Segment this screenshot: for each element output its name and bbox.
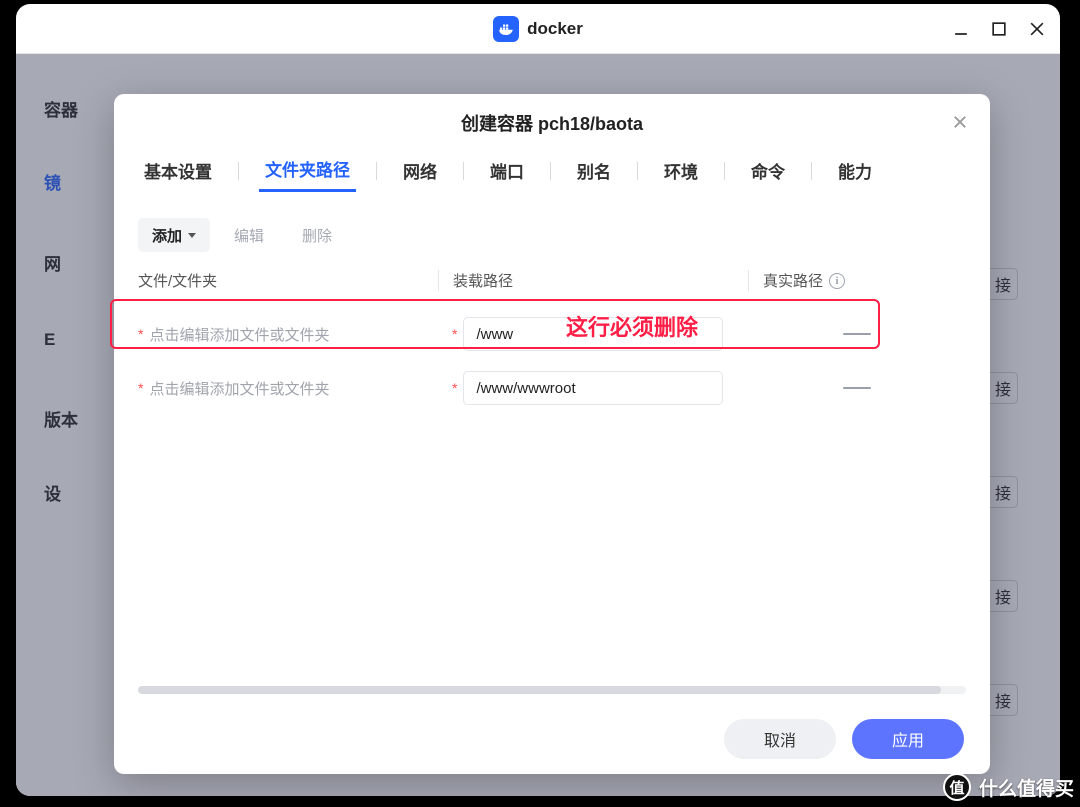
info-icon[interactable]: i <box>829 273 845 289</box>
table-row[interactable]: * 点击编辑添加文件或文件夹 * /www <box>138 307 966 361</box>
titlebar: docker <box>16 4 1060 54</box>
file-placeholder: 点击编辑添加文件或文件夹 <box>149 378 329 399</box>
tab-separator <box>637 162 638 180</box>
placeholder-dash <box>843 387 871 389</box>
mount-cell: * /www/wwwroot <box>438 371 748 405</box>
app-name: docker <box>527 19 583 39</box>
required-icon: * <box>452 326 457 342</box>
tab-network[interactable]: 网络 <box>397 158 443 191</box>
placeholder-dash <box>843 333 871 335</box>
toolbar: 添加 编辑 删除 <box>114 196 990 264</box>
tab-folder-path[interactable]: 文件夹路径 <box>259 156 356 192</box>
mount-input[interactable]: /www/wwwroot <box>463 371 723 405</box>
add-button-label: 添加 <box>152 225 182 246</box>
tab-separator <box>463 162 464 180</box>
table-header: 文件/文件夹 装载路径 真实路径 i <box>114 264 990 299</box>
tabs: 基本设置 文件夹路径 网络 端口 别名 环境 命令 能力 <box>114 152 990 196</box>
scrollbar-thumb[interactable] <box>138 686 941 694</box>
create-container-modal: 创建容器 pch18/baota 基本设置 文件夹路径 网络 端口 别名 环境 … <box>114 94 990 774</box>
add-button[interactable]: 添加 <box>138 218 210 252</box>
tab-separator <box>238 162 239 180</box>
chevron-down-icon <box>188 233 196 238</box>
close-icon[interactable] <box>948 110 972 134</box>
docker-icon <box>493 16 519 42</box>
tab-separator <box>724 162 725 180</box>
tab-port[interactable]: 端口 <box>484 158 530 191</box>
app-window: docker 容器 镜 网 E 版本 设 接 接 接 接 接 minio/min… <box>16 4 1060 796</box>
col-real-label: 真实路径 <box>763 270 823 291</box>
table-row[interactable]: * 点击编辑添加文件或文件夹 * /www/wwwroot <box>138 361 966 415</box>
required-icon: * <box>452 380 457 396</box>
table-body: 这行必须删除 * 点击编辑添加文件或文件夹 * /www * 点击编辑添加文件或… <box>114 299 990 415</box>
apply-button[interactable]: 应用 <box>852 719 964 759</box>
watermark: 值 什么值得买 <box>943 773 1074 801</box>
modal-footer: 取消 应用 <box>114 704 990 774</box>
col-mount: 装载路径 <box>438 270 748 291</box>
tab-command[interactable]: 命令 <box>745 158 791 191</box>
window-controls <box>950 4 1048 54</box>
tab-basic[interactable]: 基本设置 <box>138 158 218 191</box>
real-cell <box>748 333 966 335</box>
file-cell[interactable]: * 点击编辑添加文件或文件夹 <box>138 324 438 345</box>
tab-alias[interactable]: 别名 <box>571 158 617 191</box>
real-cell <box>748 387 966 389</box>
app-title-group: docker <box>493 16 583 42</box>
required-icon: * <box>138 326 143 342</box>
tab-env[interactable]: 环境 <box>658 158 704 191</box>
modal-header: 创建容器 pch18/baota <box>114 94 990 152</box>
cancel-button[interactable]: 取消 <box>724 719 836 759</box>
edit-button[interactable]: 编辑 <box>220 218 278 252</box>
mount-input[interactable]: /www <box>463 317 723 351</box>
delete-button[interactable]: 删除 <box>288 218 346 252</box>
watermark-text: 什么值得买 <box>979 774 1074 801</box>
maximize-icon[interactable] <box>988 18 1010 40</box>
col-file: 文件/文件夹 <box>138 270 438 291</box>
watermark-badge: 值 <box>943 773 971 801</box>
tab-capability[interactable]: 能力 <box>832 158 878 191</box>
file-cell[interactable]: * 点击编辑添加文件或文件夹 <box>138 378 438 399</box>
close-window-icon[interactable] <box>1026 18 1048 40</box>
horizontal-scrollbar[interactable] <box>138 686 966 694</box>
tab-separator <box>376 162 377 180</box>
tab-separator <box>550 162 551 180</box>
file-placeholder: 点击编辑添加文件或文件夹 <box>149 324 329 345</box>
required-icon: * <box>138 380 143 396</box>
minimize-icon[interactable] <box>950 18 972 40</box>
tab-separator <box>811 162 812 180</box>
modal-title: 创建容器 pch18/baota <box>461 110 643 136</box>
col-real: 真实路径 i <box>748 270 966 291</box>
mount-cell: * /www <box>438 317 748 351</box>
